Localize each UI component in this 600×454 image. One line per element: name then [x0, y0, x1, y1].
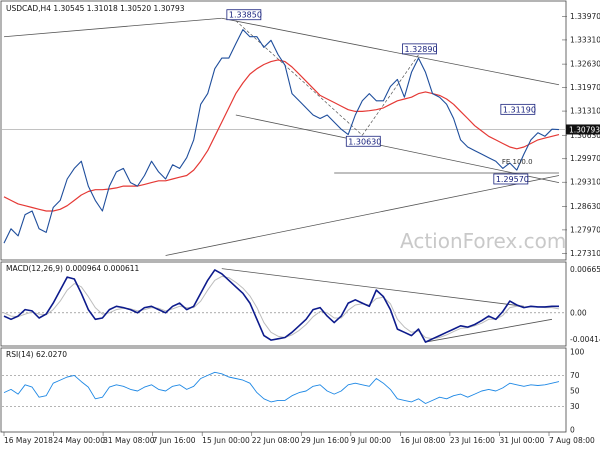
last-price-label: 1.30793 — [569, 125, 600, 134]
price-axis: 1.339701.333101.326301.319701.313101.306… — [562, 12, 600, 258]
rsi-y-tick-label: 100 — [570, 348, 585, 357]
watermark: ActionForex.com — [400, 229, 566, 253]
rsi-y-tick-label: 50 — [570, 387, 580, 396]
x-tick-label: 31 Jul 00:00 — [499, 436, 544, 445]
x-axis: 16 May 2018 24 May 00:0031 May 08:007 Jun… — [3, 432, 595, 445]
rsi-title: RSI(14) 62.0270 — [6, 350, 67, 359]
price-annotation-label: 1.29570 — [496, 175, 529, 184]
price-y-tick-label: 1.33970 — [570, 12, 600, 21]
macd-y-tick-label: 0.00 — [570, 308, 587, 317]
x-tick-label: 16 May 2018 — [4, 436, 53, 445]
price-y-tick-label: 1.28630 — [570, 202, 600, 211]
price-y-tick-label: 1.29970 — [570, 154, 600, 163]
chart-root: ActionForex.com 1.33850 1.32890 1.31190 1.3… — [0, 0, 600, 450]
price-y-tick-label: 1.27310 — [570, 249, 600, 258]
rsi-panel-frame — [0, 347, 567, 433]
price-y-tick-label: 1.27970 — [570, 225, 600, 234]
chart-svg: ActionForex.com 1.33850 1.32890 1.31190 1.3… — [0, 0, 600, 445]
x-tick-label: 7 Jun 16:00 — [153, 436, 196, 445]
price-y-tick-label: 1.32630 — [570, 60, 600, 69]
x-tick-label: 15 Jun 00:00 — [202, 436, 250, 445]
x-tick-label: 29 Jun 16:00 — [301, 436, 349, 445]
price-annotation-label: 1.32890 — [404, 45, 437, 54]
price-y-tick-label: 1.29310 — [570, 178, 600, 187]
rsi-y-tick-label: 0 — [570, 426, 575, 435]
x-tick-label: 9 Jul 00:00 — [351, 436, 391, 445]
macd-y-tick-label: 0.006651 — [570, 265, 600, 274]
price-y-tick-label: 1.31310 — [570, 107, 600, 116]
price-annotation-label: 1.33850 — [229, 11, 262, 20]
price-y-tick-label: 1.33310 — [570, 35, 600, 44]
price-title: USDCAD,H4 1.30545 1.31018 1.30520 1.3079… — [6, 4, 185, 13]
price-annotation-label: 1.31190 — [503, 105, 536, 114]
rsi-y-tick-label: 70 — [570, 371, 580, 380]
macd-y-tick-label: -0.004145 — [570, 335, 600, 344]
macd-axis: 0.006651 0.00 -0.004145 — [570, 265, 600, 344]
x-tick-label: 7 Aug 08:00 — [549, 436, 595, 445]
price-annotation-label: 1.30630 — [348, 137, 381, 146]
x-tick-label: 22 Jun 08:00 — [252, 436, 300, 445]
x-tick-label: 31 May 08:00 — [103, 436, 155, 445]
x-tick-label: 23 Jul 16:00 — [450, 436, 495, 445]
rsi-axis: 100 70 50 30 0 — [570, 348, 585, 435]
macd-title: MACD(12,26,9) 0.000964 0.000611 — [6, 264, 140, 273]
price-y-tick-label: 1.31970 — [570, 83, 600, 92]
rsi-y-tick-label: 30 — [570, 402, 580, 411]
x-tick-label: 16 Jul 08:00 — [400, 436, 445, 445]
fe-label: FE 100.0 — [502, 158, 533, 166]
x-tick-label: 24 May 00:00 — [54, 436, 106, 445]
